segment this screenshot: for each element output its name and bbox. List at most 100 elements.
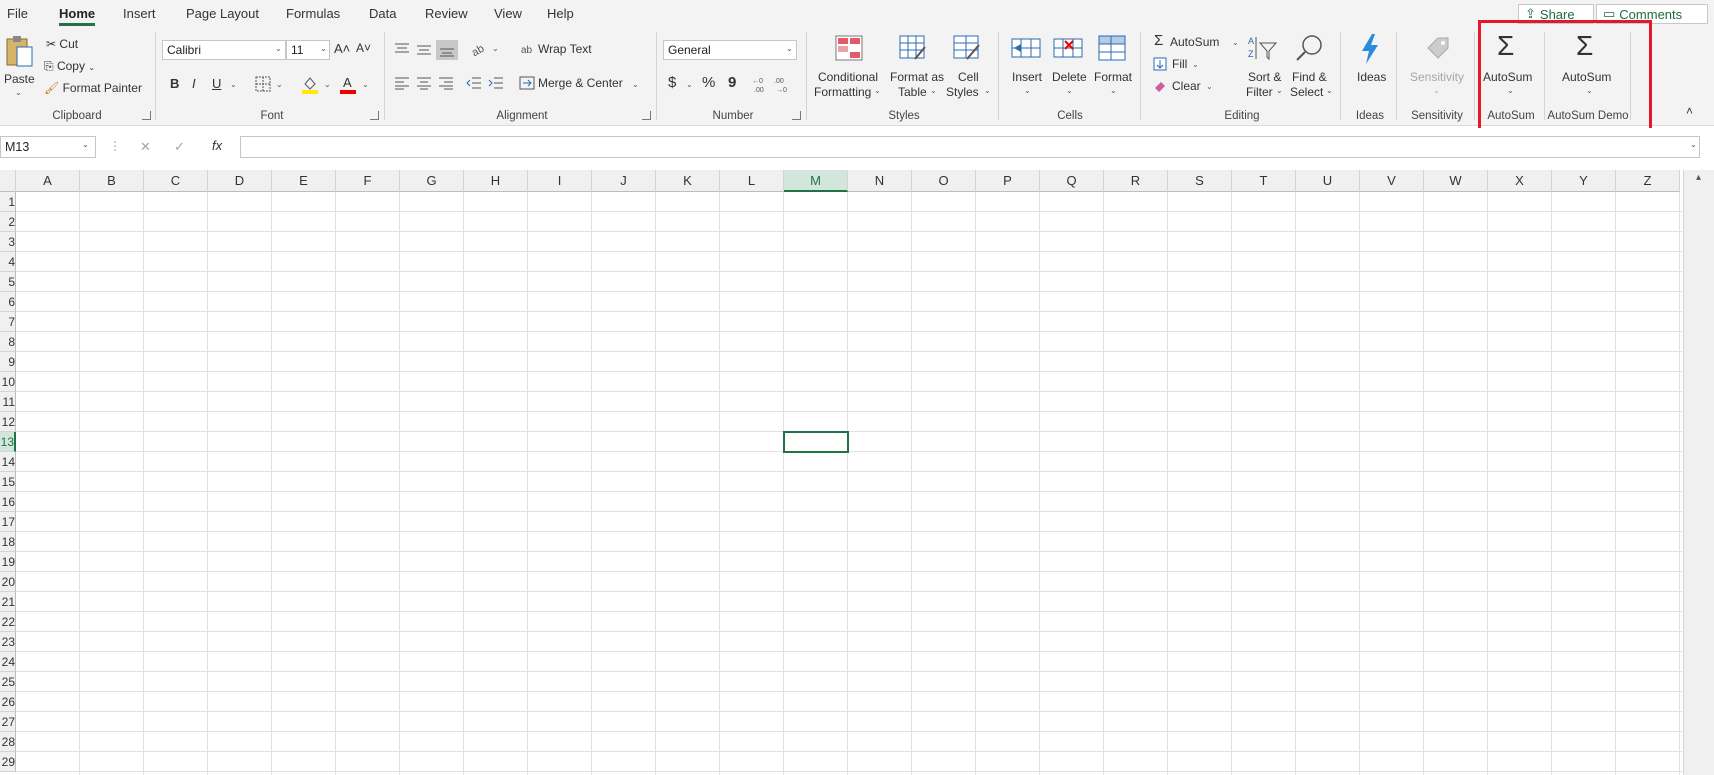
chevron-down-icon[interactable]: ⌄	[1206, 82, 1213, 91]
decrease-decimal-icon[interactable]: .00 →0	[774, 74, 794, 94]
chevron-down-icon[interactable]: ⌄	[82, 140, 89, 149]
alignment-dialog-launcher-icon[interactable]	[642, 111, 651, 120]
sensitivity-tag-icon[interactable]	[1422, 32, 1452, 64]
row-header[interactable]: 27	[0, 712, 16, 732]
row-header[interactable]: 20	[0, 572, 16, 592]
conditional-formatting-label-line2[interactable]: Formatting	[814, 85, 871, 99]
tab-page-layout[interactable]: Page Layout	[186, 6, 259, 21]
format-cells-icon[interactable]	[1096, 34, 1128, 62]
sort-filter-label-line1[interactable]: Sort &	[1248, 70, 1281, 84]
column-header[interactable]: P	[976, 170, 1040, 192]
column-header[interactable]: N	[848, 170, 912, 192]
chevron-down-icon[interactable]: ⌄	[1192, 60, 1199, 69]
paste-icon[interactable]	[4, 34, 34, 68]
column-header[interactable]: D	[208, 170, 272, 192]
row-header[interactable]: 4	[0, 252, 16, 272]
row-header[interactable]: 14	[0, 452, 16, 472]
row-header[interactable]: 29	[0, 752, 16, 772]
column-header[interactable]: O	[912, 170, 976, 192]
orientation-icon[interactable]: ab	[468, 40, 492, 58]
number-format-dropdown[interactable]: General	[663, 40, 797, 60]
align-center-icon[interactable]	[414, 74, 434, 92]
underline-button[interactable]: U	[212, 76, 221, 91]
font-name-dropdown[interactable]: Calibri	[162, 40, 286, 60]
column-header[interactable]: R	[1104, 170, 1168, 192]
decrease-indent-icon[interactable]	[464, 74, 484, 92]
chevron-down-icon[interactable]: ⌄	[324, 80, 331, 89]
row-header[interactable]: 28	[0, 732, 16, 752]
eraser-icon[interactable]	[1152, 78, 1168, 94]
merge-center-button[interactable]: Merge & Center	[538, 76, 623, 90]
paste-label[interactable]: Paste	[4, 72, 35, 86]
row-header[interactable]: 23	[0, 632, 16, 652]
italic-button[interactable]: I	[192, 76, 196, 91]
column-header[interactable]: Q	[1040, 170, 1104, 192]
row-header[interactable]: 9	[0, 352, 16, 372]
autosum-sigma-icon[interactable]: Σ	[1154, 32, 1163, 49]
row-header[interactable]: 11	[0, 392, 16, 412]
column-header[interactable]: I	[528, 170, 592, 192]
column-header[interactable]: E	[272, 170, 336, 192]
row-header[interactable]: 8	[0, 332, 16, 352]
row-header[interactable]: 5	[0, 272, 16, 292]
increase-font-size-icon[interactable]: A˄	[334, 41, 350, 56]
cut-button[interactable]: ✂ Cut	[46, 37, 78, 51]
row-header[interactable]: 6	[0, 292, 16, 312]
borders-icon[interactable]	[254, 75, 272, 93]
column-header[interactable]: U	[1296, 170, 1360, 192]
scroll-up-arrow-icon[interactable]: ▴	[1696, 172, 1701, 183]
copy-button[interactable]: ⎘ Copy ⌄	[44, 59, 95, 74]
tab-file[interactable]: File	[7, 6, 28, 21]
chevron-down-icon[interactable]: ⌄	[1066, 86, 1073, 95]
column-header[interactable]: J	[592, 170, 656, 192]
vertical-scrollbar[interactable]: ▴	[1683, 170, 1714, 775]
row-header[interactable]: 2	[0, 212, 16, 232]
lightning-icon[interactable]	[1356, 32, 1384, 66]
percent-button[interactable]: %	[702, 74, 715, 91]
tab-insert[interactable]: Insert	[123, 6, 156, 21]
row-header[interactable]: 10	[0, 372, 16, 392]
column-header[interactable]: W	[1424, 170, 1488, 192]
clipboard-dialog-launcher-icon[interactable]	[142, 111, 151, 120]
tab-data[interactable]: Data	[369, 6, 396, 21]
chevron-down-icon[interactable]: ⌄	[686, 80, 693, 89]
chevron-down-icon[interactable]: ⌄	[632, 80, 639, 89]
cancel-formula-icon[interactable]: ✕	[140, 139, 151, 155]
cell-styles-label-line2[interactable]: Styles	[946, 85, 979, 99]
format-as-table-icon[interactable]	[898, 34, 928, 62]
formula-bar-splitter-icon[interactable]: ⋮	[109, 139, 121, 153]
insert-function-icon[interactable]: fx	[212, 138, 222, 153]
formula-input[interactable]	[240, 136, 1700, 158]
row-header[interactable]: 26	[0, 692, 16, 712]
spreadsheet-grid[interactable]: ▴ A B C D E F G H I J K L M N O P Q R S T U V W X Y Z 1 2 3 4 5 6 7 8 9 10 1…	[0, 170, 1714, 775]
increase-indent-icon[interactable]	[486, 74, 506, 92]
chevron-down-icon[interactable]: ⌄	[874, 86, 881, 95]
delete-cells-button[interactable]: Delete	[1052, 70, 1087, 84]
row-header[interactable]: 24	[0, 652, 16, 672]
column-header[interactable]: T	[1232, 170, 1296, 192]
row-header[interactable]: 21	[0, 592, 16, 612]
ideas-button[interactable]: Ideas	[1357, 70, 1386, 84]
chevron-down-icon[interactable]: ⌄	[1110, 86, 1117, 95]
wrap-text-button[interactable]: Wrap Text	[538, 42, 592, 56]
paste-dropdown-icon[interactable]: ⌄	[15, 88, 22, 97]
autosum-button[interactable]: AutoSum	[1170, 35, 1219, 49]
format-cells-button[interactable]: Format	[1094, 70, 1132, 84]
tab-home[interactable]: Home	[59, 6, 96, 26]
tab-view[interactable]: View	[494, 6, 522, 21]
sort-filter-label-line2[interactable]: Filter	[1246, 85, 1273, 99]
conditional-formatting-icon[interactable]	[834, 34, 864, 62]
cell-styles-icon[interactable]	[952, 34, 982, 62]
column-header[interactable]: M	[784, 170, 848, 192]
enter-formula-icon[interactable]: ✓	[174, 139, 185, 155]
column-header[interactable]: C	[144, 170, 208, 192]
column-header[interactable]: L	[720, 170, 784, 192]
tab-formulas[interactable]: Formulas	[286, 6, 340, 21]
collapse-ribbon-icon[interactable]: ˄	[1686, 104, 1693, 118]
column-header[interactable]: Y	[1552, 170, 1616, 192]
conditional-formatting-label-line1[interactable]: Conditional	[816, 70, 880, 84]
fill-down-icon[interactable]	[1152, 56, 1168, 72]
font-color-icon[interactable]: A	[338, 73, 358, 95]
bold-button[interactable]: B	[170, 76, 179, 91]
decrease-font-size-icon[interactable]: A˅	[356, 41, 371, 55]
